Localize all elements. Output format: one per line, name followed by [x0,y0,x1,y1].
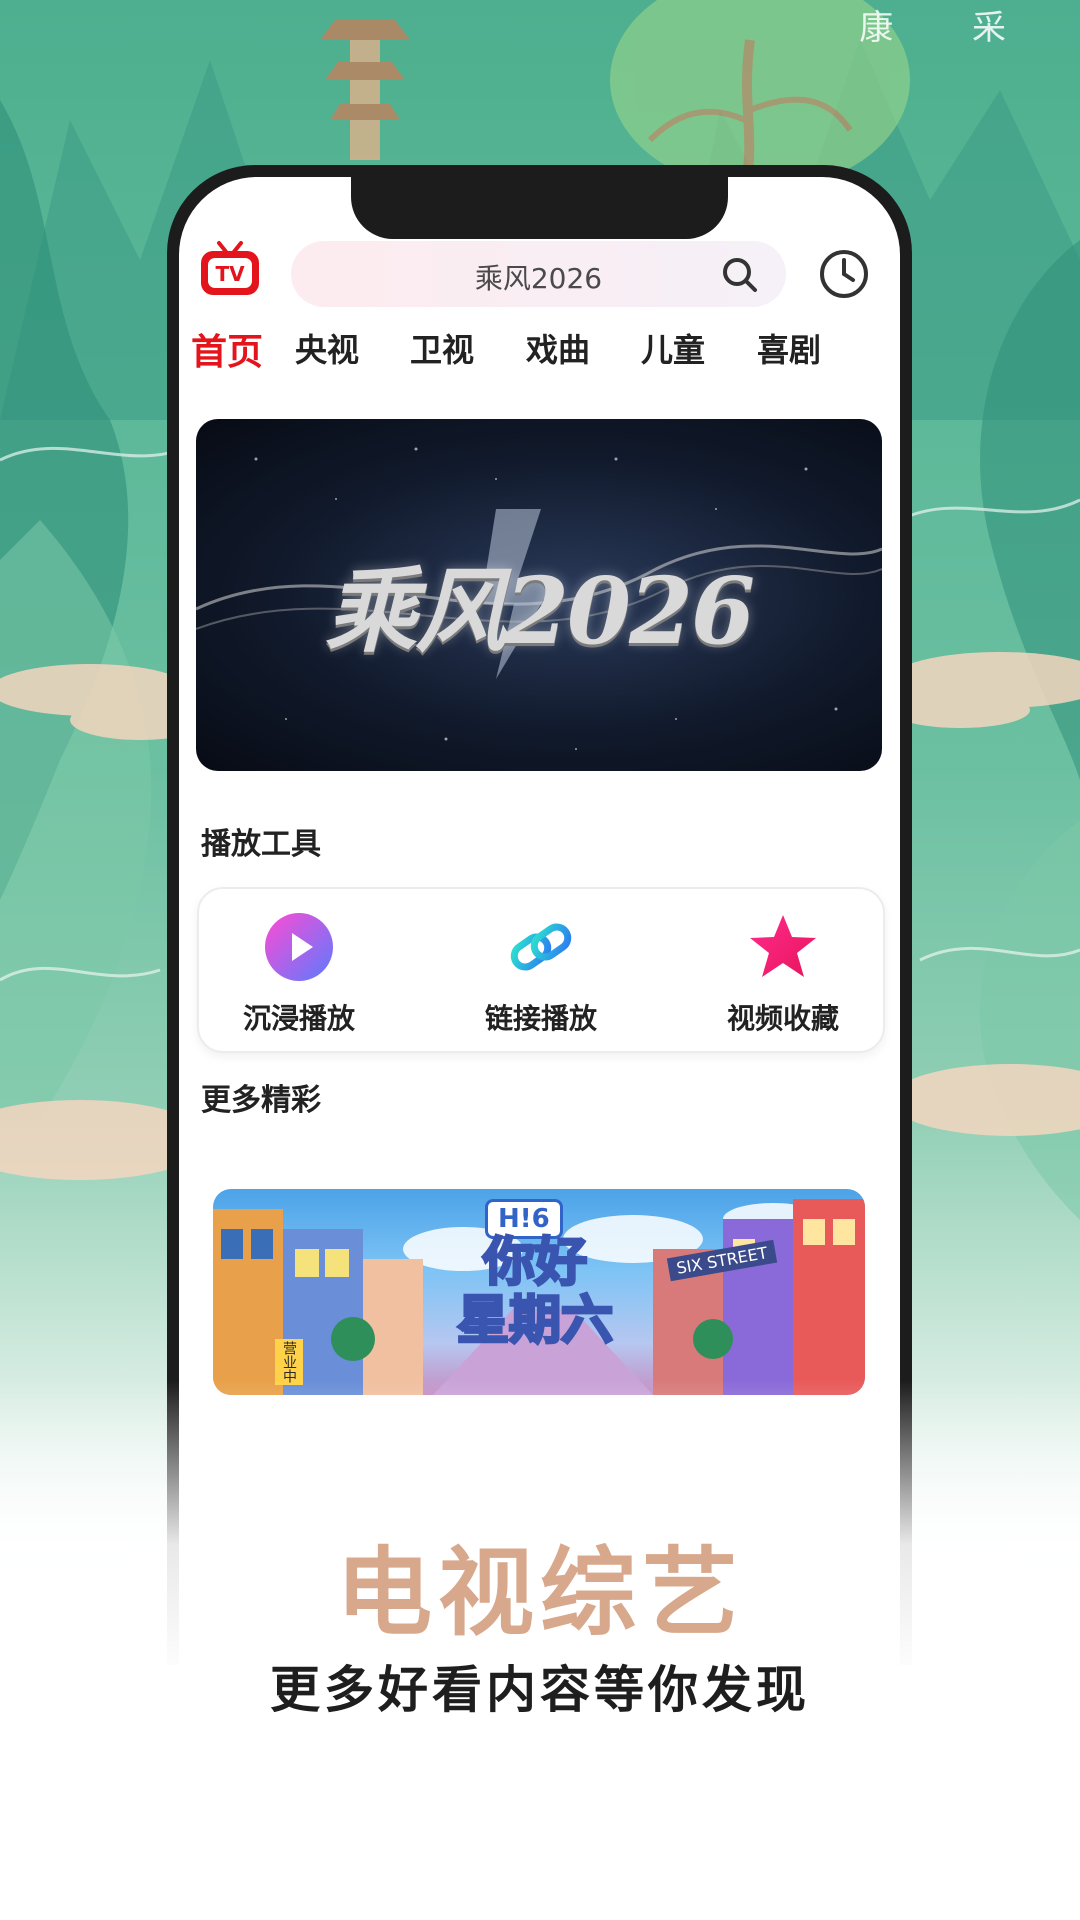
promo-title-line1: 你好 [481,1233,588,1293]
tool-link-play[interactable]: 链接播放 [441,911,641,1037]
search-bar[interactable]: 乘风2026 [291,241,786,307]
banner-title: 乘风2026 [324,557,755,665]
tab-satellite[interactable]: 卫视 [410,325,474,371]
promo-title-line2: 星期六 [455,1291,614,1351]
star-icon [750,915,816,977]
tools-section-title: 播放工具 [201,819,321,865]
history-clock-icon[interactable] [817,247,871,301]
tool-immersive-play[interactable]: 沉浸播放 [199,911,399,1037]
category-tabs: 首页 央视 卫视 戏曲 儿童 喜剧 [179,325,900,385]
more-section-title: 更多精彩 [201,1075,321,1121]
caption-subtitle: 更多好看内容等你发现 [270,1661,810,1719]
app-logo-text: TV [215,262,245,286]
tools-card: 沉浸播放 链接播放 视频收藏 [197,887,885,1053]
featured-banner[interactable]: 乘风2026 [196,419,882,771]
caption-title: 电视综艺 [336,1537,744,1649]
tool-label: 视频收藏 [726,1002,839,1035]
search-icon[interactable] [720,255,760,295]
tool-label: 沉浸播放 [242,1002,355,1035]
more-section-label: 更多精彩 [201,1083,321,1118]
promo-shop-sign: 营业中 [275,1339,303,1385]
app-logo-icon[interactable]: TV [199,239,261,297]
tab-home[interactable]: 首页 [191,323,263,375]
tools-section-label: 播放工具 [201,827,321,862]
tool-label: 链接播放 [484,1002,597,1035]
link-icon [510,923,572,971]
corner-text: 康 采 [859,8,1040,48]
tab-cctv[interactable]: 央视 [295,325,359,371]
tab-comedy[interactable]: 喜剧 [757,325,821,371]
play-icon [265,913,333,981]
phone-notch [351,177,728,239]
tab-kids[interactable]: 儿童 [641,325,705,371]
tab-opera[interactable]: 戏曲 [526,325,590,371]
search-input[interactable]: 乘风2026 [291,257,786,297]
tool-video-favorites[interactable]: 视频收藏 [683,911,883,1037]
promo-banner[interactable]: H!6 你好 星期六 SIX STREET 营业中 [213,1189,865,1395]
